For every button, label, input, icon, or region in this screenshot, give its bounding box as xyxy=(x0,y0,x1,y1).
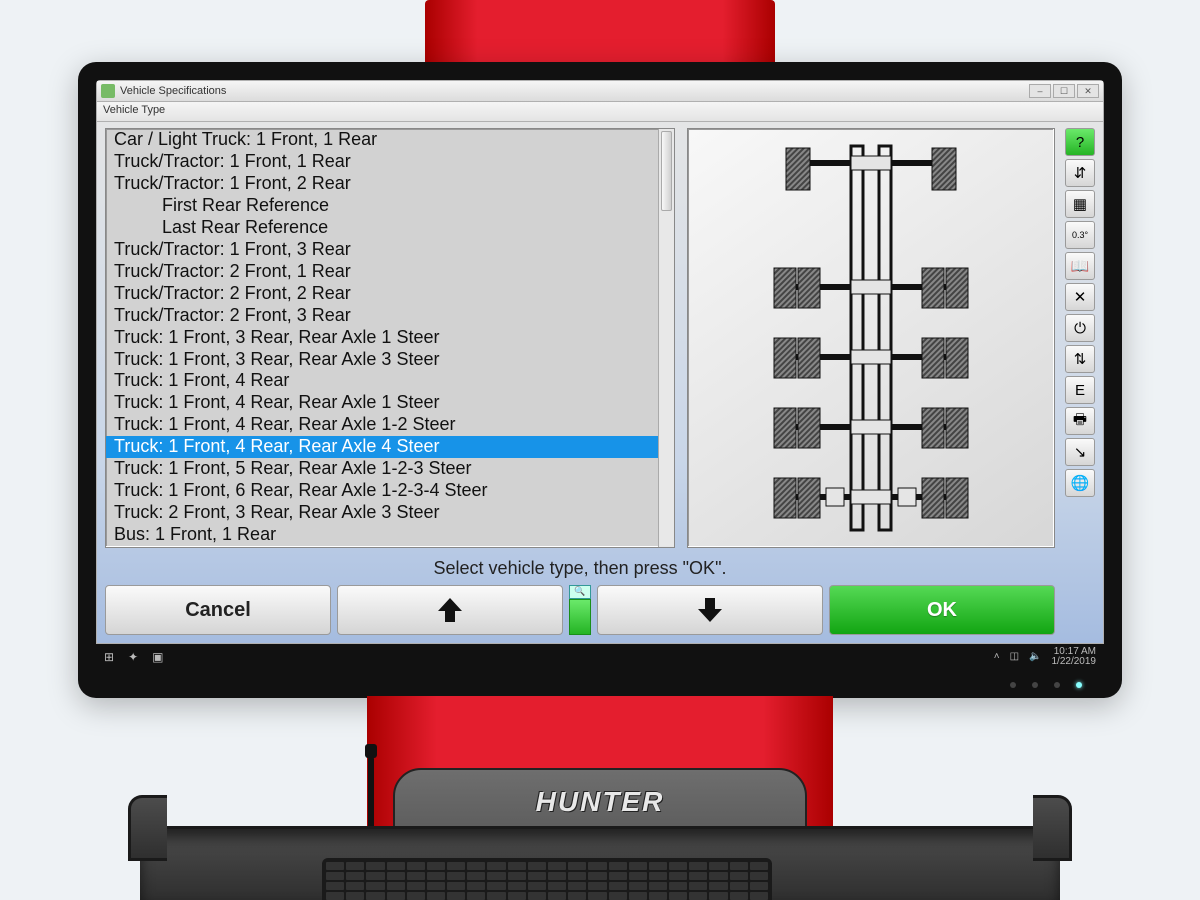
alert-icon[interactable]: ✕ xyxy=(1065,283,1095,311)
keyboard xyxy=(322,858,772,900)
menu-vehicle-type[interactable]: Vehicle Type xyxy=(103,104,165,116)
flag-icon[interactable]: E xyxy=(1065,376,1095,404)
vehicle-type-row[interactable]: Truck/Tractor: 1 Front, 1 Rear xyxy=(106,151,674,173)
brand-logo: HUNTER xyxy=(395,786,805,818)
down-button[interactable] xyxy=(597,585,823,635)
tray-network-icon[interactable]: ◫ xyxy=(1010,652,1019,662)
vehicle-type-row[interactable]: Truck: 1 Front, 4 Rear, Rear Axle 1-2 St… xyxy=(106,414,674,436)
taskbar[interactable]: ⊞ ✦ ▣ ˄ ◫ 🔈 10:17 AM 1/22/2019 xyxy=(96,644,1104,670)
window-titlebar[interactable]: Vehicle Specifications – ☐ ✕ xyxy=(96,80,1104,102)
arrow-down-icon xyxy=(695,595,725,625)
monitor-leds xyxy=(1010,682,1082,688)
vehicle-type-row[interactable]: Last Rear Reference xyxy=(106,217,674,239)
vehicle-type-row[interactable]: Truck: 1 Front, 3 Rear, Rear Axle 3 Stee… xyxy=(106,349,674,371)
list-scrollbar[interactable] xyxy=(658,129,674,547)
tap-icon[interactable]: ↘ xyxy=(1065,438,1095,466)
angle-icon[interactable]: 0.3° xyxy=(1065,221,1095,249)
help-icon[interactable]: ? xyxy=(1065,128,1095,156)
vehicle-type-row[interactable]: Truck: 1 Front, 4 Rear, Rear Axle 1 Stee… xyxy=(106,392,674,414)
taskview-icon[interactable]: ✦ xyxy=(128,650,138,664)
chassis-diagram xyxy=(756,138,986,538)
app-body: ? ⇵ ▦ 0.3° 📖 ✕ ⏻ ⇅ E 🖶 ↘ 🌐 Car / Light Truck: 1 Fro… xyxy=(96,122,1104,644)
magnify-icon[interactable]: 🔍 xyxy=(569,585,591,599)
vehicle-type-row[interactable]: Car / Light Truck: 1 Front, 1 Rear xyxy=(106,129,674,151)
vehicle-type-row[interactable]: Truck: 1 Front, 6 Rear, Rear Axle 1-2-3-… xyxy=(106,480,674,502)
print-icon[interactable]: 🖶 xyxy=(1065,407,1095,435)
up-button[interactable] xyxy=(337,585,563,635)
monitor-frame: Vehicle Specifications – ☐ ✕ Vehicle Typ… xyxy=(78,62,1122,698)
ok-button[interactable]: OK xyxy=(829,585,1055,635)
taskbar-app-icon[interactable]: ▣ xyxy=(152,650,163,664)
scrollbar-thumb[interactable] xyxy=(661,131,672,211)
axle-preview xyxy=(687,128,1055,548)
app-icon xyxy=(101,84,115,98)
power-icon[interactable]: ⏻ xyxy=(1065,314,1095,342)
vehicle-type-row[interactable]: Truck: 1 Front, 5 Rear, Rear Axle 1-2-3 … xyxy=(106,458,674,480)
sensor-icon[interactable]: ⇵ xyxy=(1065,159,1095,187)
button-bar: Cancel 🔍 xyxy=(105,585,1055,635)
taskbar-date: 1/22/2019 xyxy=(1052,657,1097,667)
instruction-text: Select vehicle type, then press "OK". xyxy=(105,558,1055,579)
minimize-button[interactable]: – xyxy=(1029,84,1051,98)
screen: Vehicle Specifications – ☐ ✕ Vehicle Typ… xyxy=(96,80,1104,670)
vehicle-type-row[interactable]: Truck/Tractor: 2 Front, 1 Rear xyxy=(106,261,674,283)
globe-icon[interactable]: 🌐 xyxy=(1065,469,1095,497)
vehicle-type-row[interactable]: Truck: 2 Front, 3 Rear, Rear Axle 3 Stee… xyxy=(106,502,674,524)
vehicle-type-row[interactable]: Bus: 1 Front, 1 Rear xyxy=(106,524,674,546)
vehicle-type-row[interactable]: First Rear Reference xyxy=(106,195,674,217)
green-indicator xyxy=(569,599,591,635)
tray-volume-icon[interactable]: 🔈 xyxy=(1029,652,1041,662)
close-button[interactable]: ✕ xyxy=(1077,84,1099,98)
updown-icon[interactable]: ⇅ xyxy=(1065,345,1095,373)
start-icon[interactable]: ⊞ xyxy=(104,650,114,664)
button-gap: 🔍 xyxy=(569,585,591,635)
vehicle-type-row[interactable]: Truck: 1 Front, 4 Rear xyxy=(106,370,674,392)
book-icon[interactable]: 📖 xyxy=(1065,252,1095,280)
vehicle-type-list[interactable]: Car / Light Truck: 1 Front, 1 RearTruck/… xyxy=(105,128,675,548)
vehicle-type-row[interactable]: Truck/Tractor: 1 Front, 2 Rear xyxy=(106,173,674,195)
vehicle-type-row[interactable]: Truck: 1 Front, 3 Rear, Rear Axle 1 Stee… xyxy=(106,327,674,349)
maximize-button[interactable]: ☐ xyxy=(1053,84,1075,98)
ok-label: OK xyxy=(927,599,957,622)
cancel-button[interactable]: Cancel xyxy=(105,585,331,635)
arrow-up-icon xyxy=(435,595,465,625)
vehicle-type-row[interactable]: Truck/Tractor: 2 Front, 2 Rear xyxy=(106,283,674,305)
side-toolbar: ? ⇵ ▦ 0.3° 📖 ✕ ⏻ ⇅ E 🖶 ↘ 🌐 xyxy=(1065,128,1095,497)
vehicle-type-row[interactable]: Truck/Tractor: 2 Front, 3 Rear xyxy=(106,305,674,327)
display-icon[interactable]: ▦ xyxy=(1065,190,1095,218)
menu-bar[interactable]: Vehicle Type xyxy=(96,102,1104,122)
tray-chevron-icon[interactable]: ˄ xyxy=(994,652,1000,662)
vehicle-type-row[interactable]: Truck/Tractor: 1 Front, 3 Rear xyxy=(106,239,674,261)
cancel-label: Cancel xyxy=(185,599,251,622)
window-title: Vehicle Specifications xyxy=(120,85,226,97)
vehicle-type-row[interactable]: Truck: 1 Front, 4 Rear, Rear Axle 4 Stee… xyxy=(106,436,674,458)
